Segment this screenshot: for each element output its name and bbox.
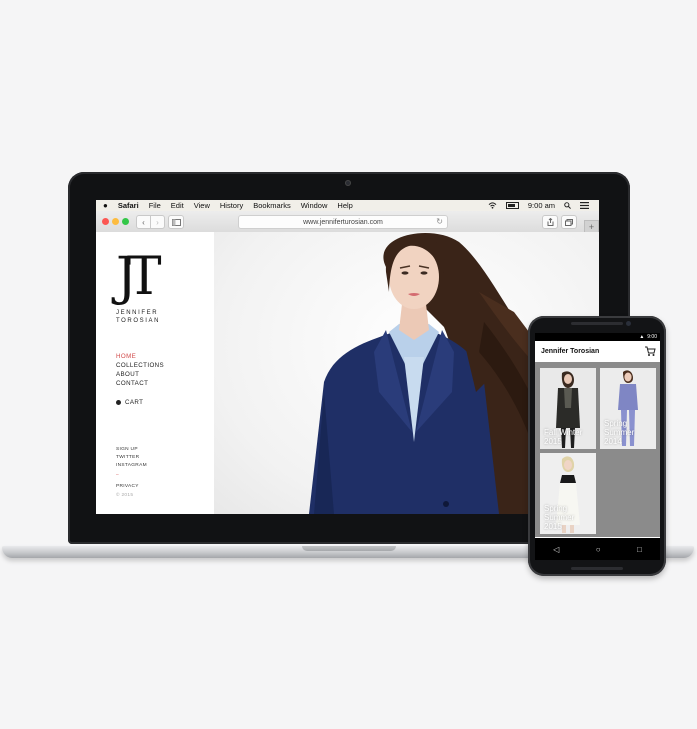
phone-status-time: 9:00 — [647, 334, 657, 340]
footer-twitter-link[interactable]: TWITTER — [116, 454, 139, 462]
menu-file[interactable]: File — [149, 201, 161, 210]
phone-speaker-bottom — [571, 567, 623, 570]
phone-speaker-top — [571, 322, 623, 325]
nav-home-link[interactable]: HOME — [116, 352, 136, 361]
footer-privacy-link[interactable]: PRIVACY — [116, 483, 139, 491]
url-text: www.jenniferturosian.com — [303, 218, 383, 226]
cart-icon — [116, 400, 121, 405]
wifi-icon[interactable] — [488, 202, 497, 209]
tile-label-line: Spring — [604, 419, 628, 428]
logo-text-line-2: TOROSIAN — [116, 318, 161, 324]
menubar-status-area: 9:00 am — [488, 200, 589, 211]
tile-label: Spring Summer 2015 — [544, 504, 574, 531]
collection-grid: Fall Winter 2015 Spring Summer 2014 Spri… — [535, 362, 660, 537]
mac-menubar: ● Safari File Edit View History Bookmark… — [96, 200, 599, 211]
nav-home-icon[interactable]: ○ — [596, 545, 601, 554]
phone-status-bar: ▲ 9:00 — [535, 333, 660, 341]
menu-edit[interactable]: Edit — [171, 201, 184, 210]
menu-window[interactable]: Window — [301, 201, 328, 210]
collection-tile-spring-summer-2015[interactable]: Spring Summer 2015 — [540, 453, 596, 534]
logo-text-line-1: JENNIFER — [116, 310, 159, 316]
notification-list-icon[interactable] — [580, 202, 589, 209]
forward-button[interactable]: › — [150, 215, 165, 229]
phone-signal-icon: ▲ — [639, 334, 645, 340]
sidebar-icon — [171, 218, 181, 226]
battery-icon[interactable] — [505, 202, 519, 209]
window-close-button[interactable] — [102, 218, 109, 225]
sidebar-toggle-button[interactable] — [168, 215, 184, 229]
phone-app-title: Jennifer Torosian — [541, 348, 600, 355]
nav-recent-apps-icon[interactable]: □ — [637, 545, 642, 554]
android-nav-bar: ◁ ○ □ — [535, 538, 660, 560]
spotlight-icon[interactable] — [564, 202, 571, 209]
tile-label: Spring Summer 2014 — [604, 419, 634, 446]
safari-toolbar: ‹ › www.jenniferturosian.com ↻ — [96, 211, 599, 233]
nav-contact-link[interactable]: CONTACT — [116, 379, 148, 388]
tile-label-line: 2015 — [544, 437, 562, 446]
tile-label-line: Summer — [604, 428, 635, 437]
collection-tile-spring-summer-2014[interactable]: Spring Summer 2014 — [600, 368, 656, 449]
tabs-button[interactable] — [561, 215, 577, 229]
window-maximize-button[interactable] — [122, 218, 129, 225]
laptop-screen: ● Safari File Edit View History Bookmark… — [96, 200, 599, 514]
apple-logo-icon[interactable]: ● — [103, 201, 108, 210]
menu-help[interactable]: Help — [337, 201, 352, 210]
site-logo-text: JENNIFER TOROSIAN — [116, 309, 160, 325]
nav-cart-label: CART — [125, 399, 144, 406]
nav-back-icon[interactable]: ◁ — [553, 545, 559, 554]
share-icon — [547, 218, 553, 226]
reload-icon[interactable]: ↻ — [436, 217, 443, 226]
site-sidebar: JT JENNIFER TOROSIAN HOME COLLECTIONS AB… — [96, 232, 214, 514]
site-logo[interactable]: JT — [116, 248, 166, 306]
menu-bookmarks[interactable]: Bookmarks — [253, 201, 291, 210]
footer-copyright: © 2015 — [116, 493, 134, 498]
menu-history[interactable]: History — [220, 201, 243, 210]
footer-signup-link[interactable]: SIGN UP — [116, 446, 138, 454]
tile-label-line: 2014 — [604, 437, 622, 446]
tile-label: Fall Winter 2015 — [544, 428, 582, 446]
tabs-icon — [565, 218, 573, 226]
nav-cart-link[interactable]: CART — [116, 398, 143, 407]
laptop-camera — [345, 180, 351, 186]
menubar-clock[interactable]: 9:00 am — [528, 201, 555, 210]
tile-label-line: Summer — [544, 513, 575, 522]
tile-label-line: Spring — [544, 504, 568, 513]
phone-front-camera — [626, 321, 631, 326]
cart-icon[interactable] — [644, 345, 656, 357]
share-button[interactable] — [542, 215, 558, 229]
laptop-notch — [302, 546, 396, 551]
menu-view[interactable]: View — [194, 201, 210, 210]
footer-divider: – — [116, 473, 119, 478]
phone-screen: ▲ 9:00 Jennifer Torosian Fall Winter 201… — [535, 333, 660, 560]
nav-collections-link[interactable]: COLLECTIONS — [116, 361, 164, 370]
phone-app-bar: Jennifer Torosian — [535, 341, 660, 362]
nav-about-link[interactable]: ABOUT — [116, 370, 139, 379]
tile-label-line: Fall Winter — [544, 428, 583, 437]
window-minimize-button[interactable] — [112, 218, 119, 225]
footer-instagram-link[interactable]: INSTAGRAM — [116, 462, 147, 470]
menu-safari[interactable]: Safari — [118, 201, 139, 210]
tile-label-line: 2015 — [544, 522, 562, 531]
address-bar[interactable]: www.jenniferturosian.com ↻ — [238, 215, 448, 229]
back-button[interactable]: ‹ — [136, 215, 151, 229]
collection-tile-fall-winter-2015[interactable]: Fall Winter 2015 — [540, 368, 596, 449]
